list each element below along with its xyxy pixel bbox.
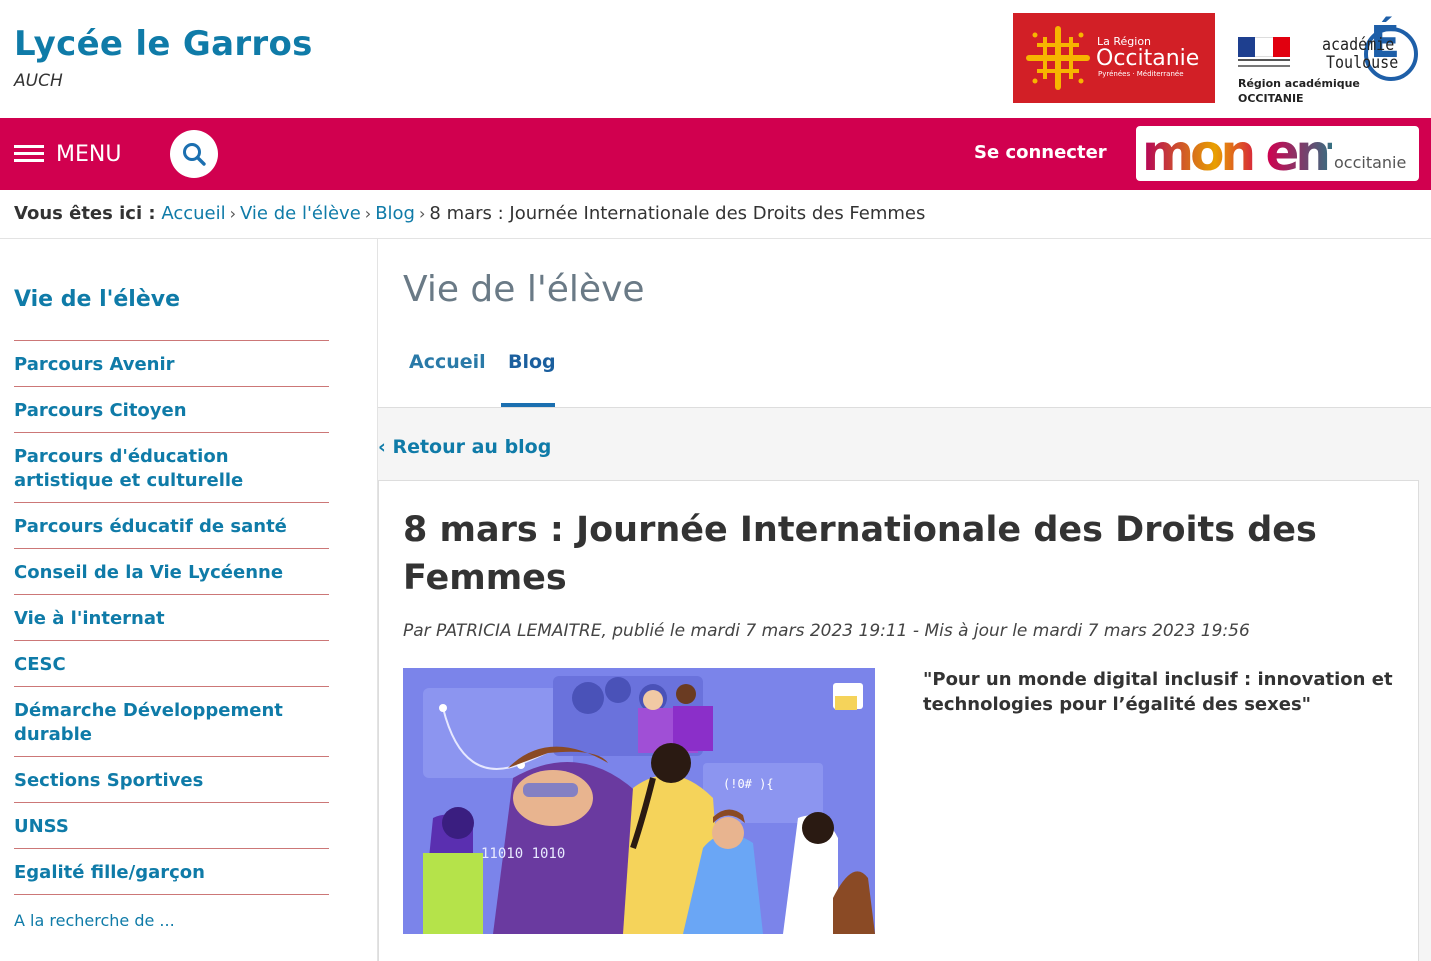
sidebar-item-parcours-avenir[interactable]: Parcours Avenir	[14, 340, 329, 386]
sidebar-item-parcours-citoyen[interactable]: Parcours Citoyen	[14, 386, 329, 432]
sidebar-item-recherche[interactable]: A la recherche de ...	[14, 894, 329, 933]
mon-ent-logo[interactable]: mon ent occitanie	[1136, 126, 1419, 181]
menu-label: MENU	[56, 141, 122, 167]
breadcrumb: Vous êtes ici : Accueil › Vie de l'élève › B…	[14, 203, 925, 224]
sidebar-item-internat[interactable]: Vie à l'internat	[14, 594, 329, 640]
login-link[interactable]: Se connecter	[974, 142, 1107, 163]
sidebar-item-developpement-durable[interactable]: Démarche Développement durable	[14, 686, 329, 756]
hamburger-icon	[14, 145, 44, 163]
main-content: Vie de l'élève Accueil Blog ‹ Retour au …	[378, 239, 1431, 961]
main-navbar: MENU Se connecter mon ent occitanie	[0, 118, 1431, 190]
article-illustration[interactable]: 11010 1010 (!0# ){	[403, 668, 875, 934]
sidebar-item-sections-sportives[interactable]: Sections Sportives	[14, 756, 329, 802]
french-flag-icon	[1238, 37, 1290, 57]
sidebar-item-cesc[interactable]: CESC	[14, 640, 329, 686]
breadcrumb-separator: ›	[364, 204, 372, 223]
mon-ent-wordmark-icon: mon ent	[1142, 126, 1332, 181]
region-occitanie-logo[interactable]: La Région Occitanie Pyrénées · Méditerra…	[1013, 13, 1215, 103]
sidebar-item-parcours-artistique[interactable]: Parcours d'éducation artistique et cultu…	[14, 432, 329, 502]
article-card: 8 mars : Journée Internationale des Droi…	[378, 480, 1419, 961]
site-title[interactable]: Lycée le Garros	[14, 24, 313, 64]
breadcrumb-link-accueil[interactable]: Accueil	[161, 203, 225, 224]
republique-francaise-logo[interactable]	[1236, 34, 1292, 68]
tab-accueil[interactable]: Accueil	[409, 351, 486, 373]
women-digital-illustration-icon: 11010 1010 (!0# ){	[403, 668, 875, 934]
state-logo-line2: OCCITANIE	[1238, 92, 1304, 105]
sidebar-item-parcours-sante[interactable]: Parcours éducatif de santé	[14, 502, 329, 548]
region-logo-name: Occitanie	[1096, 46, 1200, 71]
logo-lines	[1238, 59, 1290, 67]
breadcrumb-link-vie-eleve[interactable]: Vie de l'élève	[240, 203, 361, 224]
breadcrumb-link-blog[interactable]: Blog	[375, 203, 415, 224]
breadcrumb-bar: Vous êtes ici : Accueil › Vie de l'élève › B…	[0, 190, 1431, 239]
breadcrumb-separator: ›	[229, 204, 237, 223]
tab-blog[interactable]: Blog	[508, 351, 556, 373]
menu-button[interactable]: MENU	[14, 140, 121, 168]
section-title: Vie de l'élève	[403, 269, 645, 310]
academy-line2: Toulouse	[1326, 51, 1399, 73]
mon-ent-sub: occitanie	[1334, 153, 1407, 172]
breadcrumb-current: 8 mars : Journée Internationale des Droi…	[429, 203, 926, 224]
search-button[interactable]	[170, 130, 218, 178]
sidebar-item-cvl[interactable]: Conseil de la Vie Lycéenne	[14, 548, 329, 594]
article-quote: "Pour un monde digital inclusif : innova…	[923, 669, 1393, 715]
sidebar-menu: Parcours Avenir Parcours Citoyen Parcour…	[14, 340, 329, 933]
region-logo-sub: Pyrénées · Méditerranée	[1098, 70, 1184, 78]
svg-text:mon ent: mon ent	[1142, 126, 1332, 181]
section-header: Vie de l'élève Accueil Blog	[378, 239, 1431, 408]
image-code-text-2: (!0# ){	[723, 777, 774, 791]
sidebar-title[interactable]: Vie de l'élève	[14, 287, 180, 312]
site-header: Lycée le Garros AUCH La Région Occitanie…	[0, 0, 1431, 118]
academie-toulouse-logo[interactable]: É académie Toulouse	[1320, 13, 1420, 85]
sidebar: Vie de l'élève Parcours Avenir Parcours …	[0, 239, 378, 961]
occitan-cross-icon	[1026, 26, 1090, 90]
search-icon	[183, 143, 206, 166]
active-tab-indicator	[501, 403, 555, 407]
article-meta: Par PATRICIA LEMAITRE, publié le mardi 7…	[403, 621, 1250, 641]
back-to-blog-link[interactable]: ‹ Retour au blog	[378, 436, 551, 458]
breadcrumb-lead: Vous êtes ici :	[14, 203, 156, 224]
site-city: AUCH	[14, 71, 63, 91]
breadcrumb-separator: ›	[418, 204, 426, 223]
image-code-text: 11010 1010	[481, 846, 565, 862]
article-title: 8 mars : Journée Internationale des Droi…	[403, 510, 1317, 598]
sidebar-item-egalite[interactable]: Egalité fille/garçon	[14, 848, 329, 894]
sidebar-item-unss[interactable]: UNSS	[14, 802, 329, 848]
